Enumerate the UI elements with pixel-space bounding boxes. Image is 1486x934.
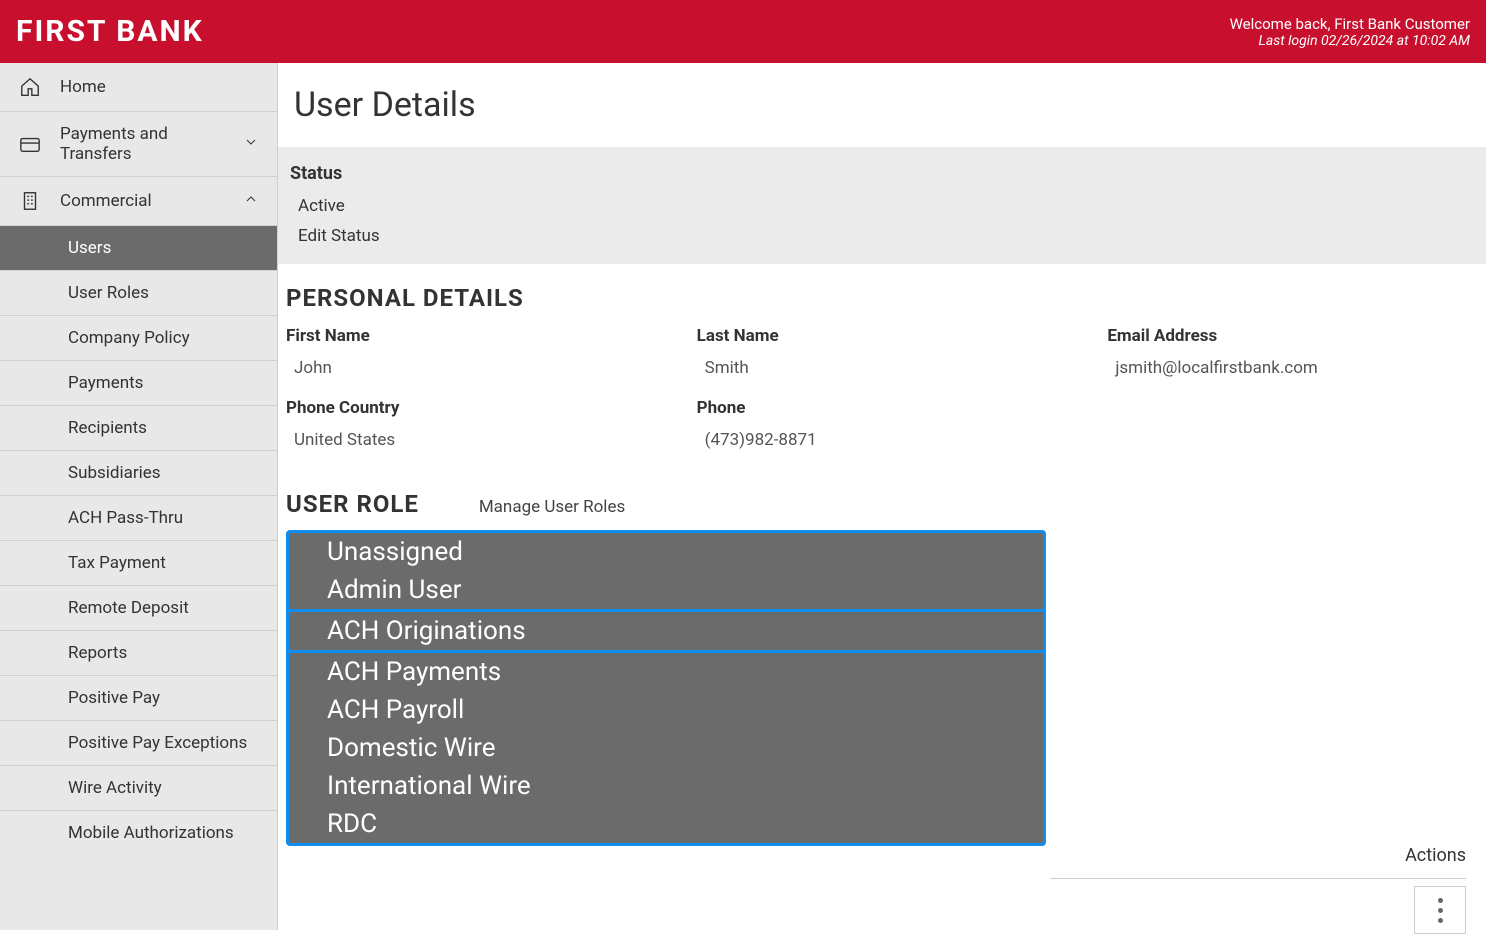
phone-label: Phone [697, 398, 1068, 418]
email-label: Email Address [1107, 326, 1478, 346]
phone-country-label: Phone Country [286, 398, 657, 418]
personal-details-heading: PERSONAL DETAILS [278, 264, 1486, 326]
divider [1050, 878, 1466, 879]
home-icon [18, 75, 42, 99]
nav-commercial-label: Commercial [60, 191, 152, 211]
phone-value: (473)982-8871 [705, 430, 1068, 450]
subnav-recipients[interactable]: Recipients [0, 406, 277, 451]
subnav-wire-activity[interactable]: Wire Activity [0, 766, 277, 811]
role-option-admin-user[interactable]: Admin User [289, 571, 1043, 609]
subnav-remote-deposit[interactable]: Remote Deposit [0, 586, 277, 631]
chevron-down-icon [243, 134, 259, 155]
bank-logo: FIRST BANK [16, 14, 204, 49]
actions-header: Actions [1405, 845, 1466, 866]
last-name-label: Last Name [697, 326, 1068, 346]
role-option-domestic-wire[interactable]: Domestic Wire [289, 729, 1043, 767]
nav-payments-label: Payments and Transfers [60, 124, 243, 164]
status-section: Status Active Edit Status [278, 147, 1486, 264]
sidebar: Home Payments and Transfers Commercial U… [0, 63, 278, 930]
role-option-rdc[interactable]: RDC [289, 805, 1043, 843]
kebab-dot-icon [1438, 898, 1443, 903]
status-label: Status [290, 163, 1474, 184]
top-header: FIRST BANK Welcome back, First Bank Cust… [0, 0, 1486, 63]
subnav-users[interactable]: Users [0, 226, 277, 271]
manage-user-roles-link[interactable]: Manage User Roles [479, 497, 625, 517]
subnav-positive-pay-exceptions[interactable]: Positive Pay Exceptions [0, 721, 277, 766]
chevron-up-icon [243, 191, 259, 212]
subnav-positive-pay[interactable]: Positive Pay [0, 676, 277, 721]
nav-home[interactable]: Home [0, 63, 277, 112]
actions-column: Actions [1405, 845, 1466, 934]
nav-home-label: Home [60, 77, 106, 97]
actions-kebab-button[interactable] [1414, 886, 1466, 934]
card-icon [18, 132, 42, 156]
building-icon [18, 189, 42, 213]
role-option-unassigned[interactable]: Unassigned [289, 533, 1043, 571]
role-option-international-wire[interactable]: International Wire [289, 767, 1043, 805]
status-value: Active [298, 196, 1474, 216]
kebab-dot-icon [1438, 918, 1443, 923]
phone-field: Phone (473)982-8871 [697, 398, 1068, 450]
main-content: User Details Status Active Edit Status P… [278, 63, 1486, 930]
role-option-ach-payments[interactable]: ACH Payments [289, 653, 1043, 691]
last-login-text: Last login 02/26/2024 at 10:02 AM [1230, 33, 1470, 49]
subnav-reports[interactable]: Reports [0, 631, 277, 676]
welcome-text: Welcome back, First Bank Customer [1230, 15, 1470, 33]
first-name-field: First Name John [286, 326, 657, 378]
welcome-block: Welcome back, First Bank Customer Last l… [1230, 15, 1470, 49]
first-name-value: John [294, 358, 657, 378]
email-value: jsmith@localfirstbank.com [1115, 358, 1478, 378]
subnav-mobile-authorizations[interactable]: Mobile Authorizations [0, 811, 277, 855]
last-name-value: Smith [705, 358, 1068, 378]
page-title: User Details [278, 63, 1486, 147]
subnav-subsidiaries[interactable]: Subsidiaries [0, 451, 277, 496]
nav-commercial[interactable]: Commercial [0, 177, 277, 226]
kebab-dot-icon [1438, 908, 1443, 913]
phone-country-field: Phone Country United States [286, 398, 657, 450]
subnav-ach-pass-thru[interactable]: ACH Pass-Thru [0, 496, 277, 541]
first-name-label: First Name [286, 326, 657, 346]
edit-status-link[interactable]: Edit Status [298, 226, 1474, 246]
subnav-user-roles[interactable]: User Roles [0, 271, 277, 316]
personal-details-grid: First Name John Last Name Smith Email Ad… [278, 326, 1486, 470]
subnav-payments[interactable]: Payments [0, 361, 277, 406]
user-role-header: USER ROLE Manage User Roles [278, 470, 1486, 528]
phone-country-value: United States [294, 430, 657, 450]
user-role-dropdown[interactable]: Unassigned Admin User ACH Originations A… [286, 530, 1046, 846]
nav-payments-transfers[interactable]: Payments and Transfers [0, 112, 277, 177]
subnav-tax-payment[interactable]: Tax Payment [0, 541, 277, 586]
role-option-ach-payroll[interactable]: ACH Payroll [289, 691, 1043, 729]
email-field: Email Address jsmith@localfirstbank.com [1107, 326, 1478, 378]
role-option-ach-originations[interactable]: ACH Originations [289, 609, 1043, 653]
user-role-heading: USER ROLE [286, 490, 419, 518]
last-name-field: Last Name Smith [697, 326, 1068, 378]
subnav-company-policy[interactable]: Company Policy [0, 316, 277, 361]
